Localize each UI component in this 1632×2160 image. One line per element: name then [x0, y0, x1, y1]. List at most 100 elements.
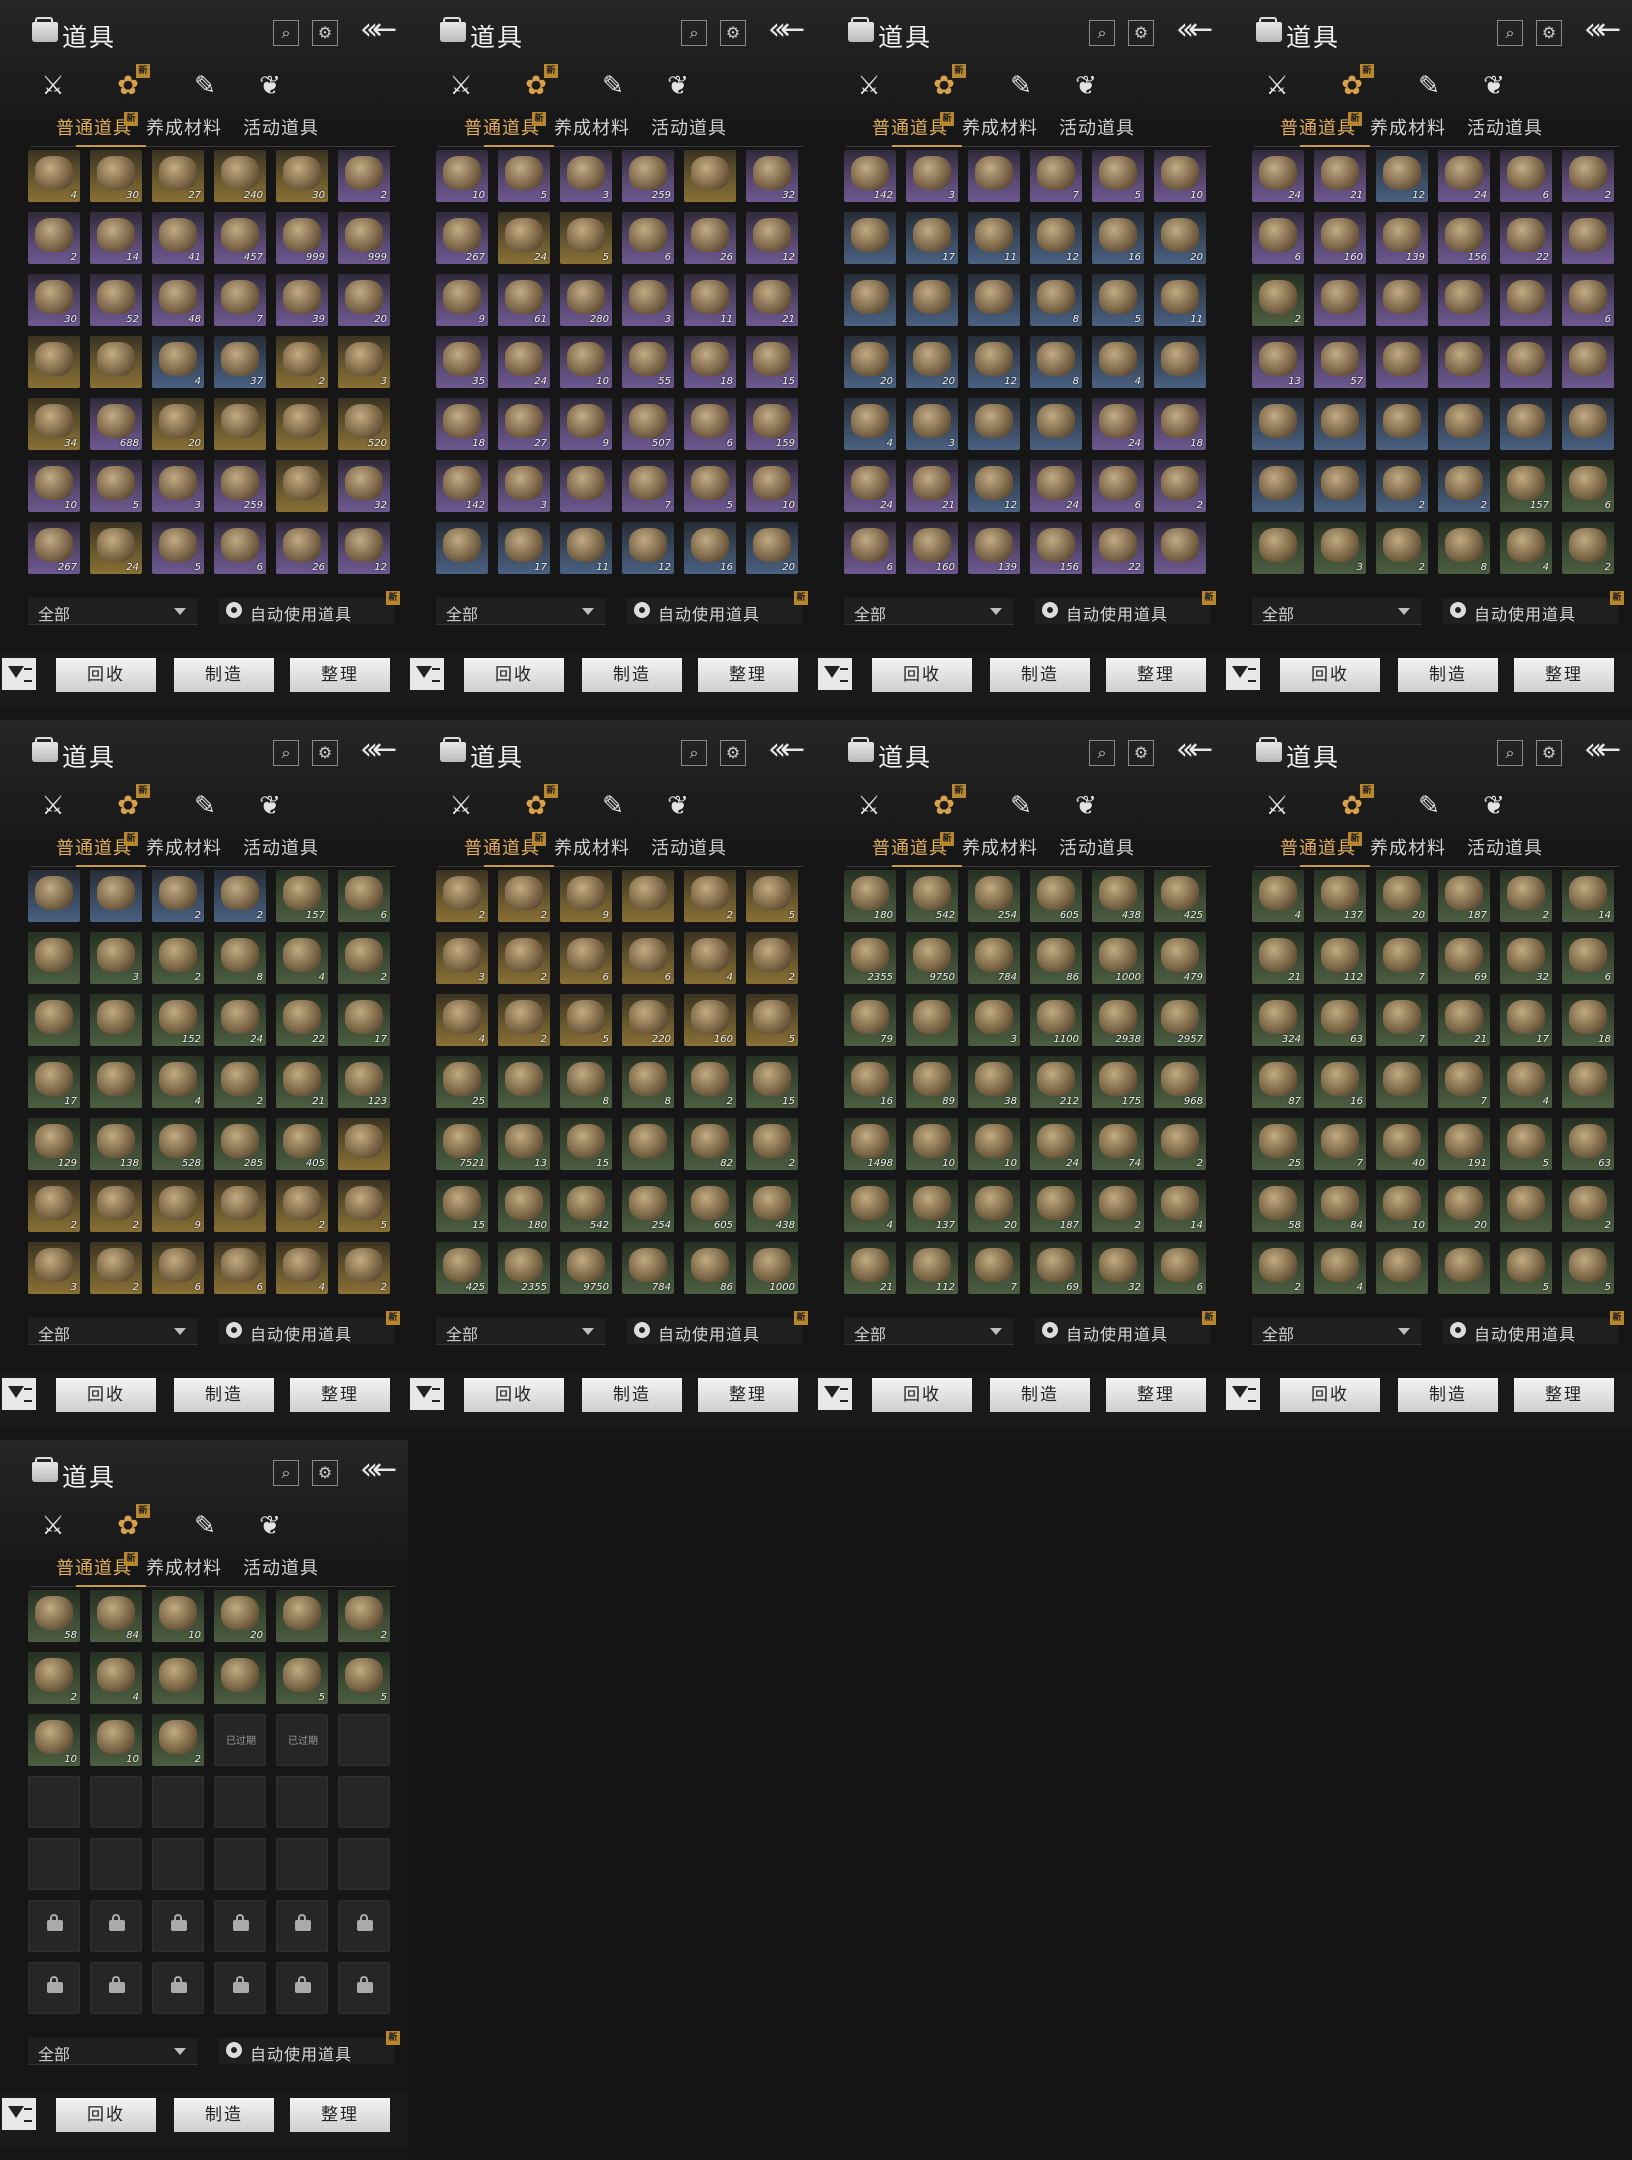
scroll-category-icon[interactable]: ✎	[1001, 66, 1041, 106]
item-slot[interactable]: 129	[28, 1118, 80, 1170]
item-slot[interactable]	[1500, 336, 1552, 388]
filter-icon[interactable]	[2, 1378, 36, 1410]
item-slot[interactable]	[90, 1056, 142, 1108]
item-slot[interactable]: 86	[1030, 932, 1082, 984]
item-slot[interactable]	[436, 522, 488, 574]
item-slot[interactable]: 4	[844, 398, 896, 450]
craft-button[interactable]: 制造	[174, 658, 274, 692]
filter-icon[interactable]	[1226, 1378, 1260, 1410]
item-slot[interactable]	[1154, 336, 1206, 388]
item-slot[interactable]: 2	[152, 1714, 204, 1766]
item-slot[interactable]: 2	[498, 994, 550, 1046]
item-slot[interactable]	[90, 336, 142, 388]
item-slot[interactable]: 4	[844, 1180, 896, 1232]
item-slot[interactable]	[338, 1118, 390, 1170]
recycle-button[interactable]: 回收	[464, 658, 564, 692]
craft-button[interactable]: 制造	[990, 658, 1090, 692]
weapon-category-icon[interactable]: ⚔	[441, 66, 481, 106]
item-slot[interactable]: 4	[276, 1242, 328, 1294]
item-slot[interactable]: 2	[338, 1590, 390, 1642]
filter-dropdown[interactable]: 全部	[28, 2038, 198, 2065]
item-slot[interactable]: 156	[1438, 212, 1490, 264]
item-slot[interactable]: 285	[214, 1118, 266, 1170]
tab-event-items[interactable]: 活动道具	[243, 834, 319, 860]
item-slot[interactable]	[1562, 212, 1614, 264]
item-slot[interactable]: 38	[968, 1056, 1020, 1108]
item-slot[interactable]: 25	[1252, 1118, 1304, 1170]
item-slot[interactable]: 180	[498, 1180, 550, 1232]
item-slot[interactable]: 5	[560, 994, 612, 1046]
filter-dropdown[interactable]: 全部	[844, 1318, 1014, 1345]
heart-category-icon[interactable]: ❦	[250, 786, 290, 826]
item-slot[interactable]: 5	[498, 150, 550, 202]
empty-slot[interactable]	[28, 1776, 80, 1828]
item-slot[interactable]: 3	[560, 150, 612, 202]
item-slot[interactable]: 2	[746, 1118, 798, 1170]
item-slot[interactable]	[1376, 274, 1428, 326]
item-slot[interactable]: 3	[152, 460, 204, 512]
item-slot[interactable]: 2	[1500, 870, 1552, 922]
empty-slot[interactable]	[338, 1838, 390, 1890]
item-slot[interactable]: 2	[1562, 522, 1614, 574]
item-slot[interactable]: 7	[622, 460, 674, 512]
item-slot[interactable]: 22	[1092, 522, 1144, 574]
filter-icon[interactable]	[1226, 658, 1260, 690]
craft-button[interactable]: 制造	[582, 1378, 682, 1412]
item-slot[interactable]: 2355	[498, 1242, 550, 1294]
item-slot[interactable]: 24	[214, 994, 266, 1046]
item-slot[interactable]: 259	[622, 150, 674, 202]
item-slot[interactable]: 267	[436, 212, 488, 264]
item-slot[interactable]	[1154, 522, 1206, 574]
item-slot[interactable]: 2	[436, 870, 488, 922]
settings-gear-icon[interactable]: ⚙	[1536, 740, 1562, 766]
scroll-category-icon[interactable]: ✎	[1001, 786, 1041, 826]
item-slot[interactable]: 159	[746, 398, 798, 450]
item-slot[interactable]: 61	[498, 274, 550, 326]
item-slot[interactable]: 2	[1438, 460, 1490, 512]
item-slot[interactable]: 7	[214, 274, 266, 326]
sort-button[interactable]: 整理	[1514, 1378, 1614, 1412]
item-slot[interactable]: 6	[1092, 460, 1144, 512]
item-slot[interactable]: 2	[1092, 1180, 1144, 1232]
sort-button[interactable]: 整理	[698, 1378, 798, 1412]
item-slot[interactable]	[90, 994, 142, 1046]
item-slot[interactable]	[622, 870, 674, 922]
item-slot[interactable]: 4	[436, 994, 488, 1046]
item-slot[interactable]: 4	[152, 1056, 204, 1108]
item-slot[interactable]: 2	[214, 870, 266, 922]
item-slot[interactable]	[1030, 398, 1082, 450]
search-icon[interactable]: ⌕	[1089, 20, 1115, 46]
item-slot[interactable]: 17	[498, 522, 550, 574]
item-slot[interactable]: 14	[1562, 870, 1614, 922]
item-slot[interactable]: 605	[684, 1180, 736, 1232]
item-slot[interactable]: 24	[844, 460, 896, 512]
item-slot[interactable]: 605	[1030, 870, 1082, 922]
tab-event-items[interactable]: 活动道具	[651, 834, 727, 860]
auto-use-items-button[interactable]: 自动使用道具 新	[626, 1311, 808, 1344]
back-arrow-icon[interactable]: ‹‹←	[1176, 732, 1213, 767]
item-slot[interactable]: 2	[276, 336, 328, 388]
item-slot[interactable]: 2	[28, 1180, 80, 1232]
item-slot[interactable]: 58	[1252, 1180, 1304, 1232]
item-slot[interactable]	[906, 274, 958, 326]
item-slot[interactable]	[1438, 336, 1490, 388]
item-slot[interactable]: 3	[90, 932, 142, 984]
item-slot[interactable]: 212	[1030, 1056, 1082, 1108]
item-slot[interactable]: 48	[152, 274, 204, 326]
item-slot[interactable]: 24	[1092, 398, 1144, 450]
item-slot[interactable]	[28, 932, 80, 984]
item-slot[interactable]: 3	[1314, 522, 1366, 574]
tab-event-items[interactable]: 活动道具	[1059, 834, 1135, 860]
scroll-category-icon[interactable]: ✎	[593, 786, 633, 826]
recycle-button[interactable]: 回收	[56, 2098, 156, 2132]
scroll-category-icon[interactable]: ✎	[185, 786, 225, 826]
empty-slot[interactable]	[90, 1838, 142, 1890]
tab-normal-items[interactable]: 普通道具	[464, 114, 540, 140]
tab-growth-materials[interactable]: 养成材料	[554, 114, 630, 140]
item-slot[interactable]: 22	[1500, 212, 1552, 264]
item-slot[interactable]: 5	[1562, 1242, 1614, 1294]
item-slot[interactable]: 18	[1154, 398, 1206, 450]
item-slot[interactable]: 18	[436, 398, 488, 450]
search-icon[interactable]: ⌕	[1497, 20, 1523, 46]
item-slot[interactable]: 5	[338, 1652, 390, 1704]
